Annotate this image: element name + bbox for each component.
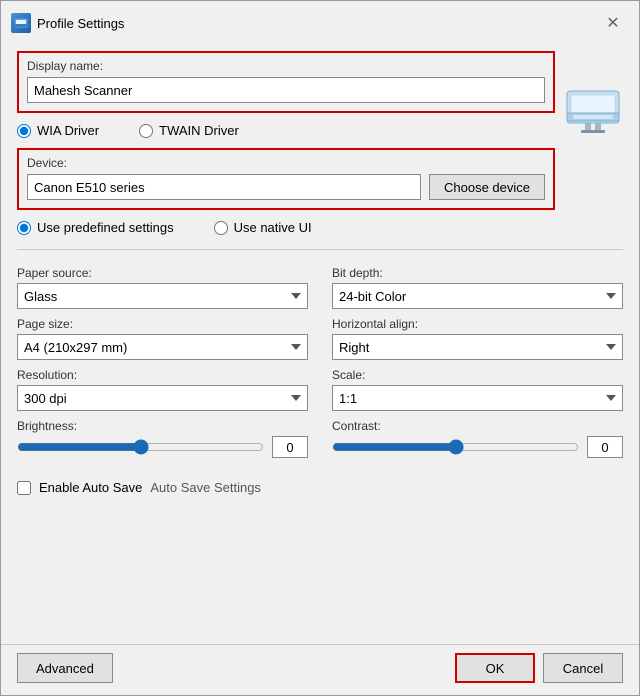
profile-settings-dialog: Profile Settings ✕ Display name: WIA Dri… bbox=[0, 0, 640, 696]
horizontal-align-label: Horizontal align: bbox=[332, 317, 623, 331]
paper-source-group: Paper source: Glass ADF Auto bbox=[17, 266, 308, 309]
auto-save-label: Enable Auto Save bbox=[39, 480, 142, 495]
contrast-label: Contrast: bbox=[332, 419, 623, 433]
bottom-bar: Advanced OK Cancel bbox=[1, 644, 639, 695]
settings-mode-row: Use predefined settings Use native UI bbox=[17, 218, 623, 237]
page-size-group: Page size: A4 (210x297 mm) Letter Legal bbox=[17, 317, 308, 360]
auto-save-checkbox[interactable] bbox=[17, 481, 31, 495]
resolution-label: Resolution: bbox=[17, 368, 308, 382]
native-ui-option[interactable]: Use native UI bbox=[214, 220, 312, 235]
brightness-slider[interactable] bbox=[17, 437, 264, 457]
brightness-value[interactable] bbox=[272, 436, 308, 458]
twain-driver-label: TWAIN Driver bbox=[159, 123, 239, 138]
device-row: Choose device bbox=[27, 174, 545, 200]
horizontal-align-group: Horizontal align: Left Center Right bbox=[332, 317, 623, 360]
predefined-settings-option[interactable]: Use predefined settings bbox=[17, 220, 174, 235]
display-name-label: Display name: bbox=[27, 59, 545, 73]
divider-1 bbox=[17, 249, 623, 250]
choose-device-button[interactable]: Choose device bbox=[429, 174, 545, 200]
ok-cancel-group: OK Cancel bbox=[455, 653, 623, 683]
advanced-button[interactable]: Advanced bbox=[17, 653, 113, 683]
ok-button[interactable]: OK bbox=[455, 653, 535, 683]
right-column: Bit depth: 8-bit Grayscale 24-bit Color … bbox=[332, 266, 623, 466]
display-name-group: Display name: bbox=[17, 51, 555, 113]
window-title: Profile Settings bbox=[37, 16, 124, 31]
auto-save-row: Enable Auto Save Auto Save Settings bbox=[17, 474, 623, 501]
cancel-button[interactable]: Cancel bbox=[543, 653, 623, 683]
bit-depth-label: Bit depth: bbox=[332, 266, 623, 280]
dialog-content: Display name: WIA Driver TWAIN Driver bbox=[1, 41, 639, 644]
title-bar-left: Profile Settings bbox=[11, 13, 124, 33]
contrast-group: Contrast: bbox=[332, 419, 623, 458]
predefined-settings-label: Use predefined settings bbox=[37, 220, 174, 235]
brightness-label: Brightness: bbox=[17, 419, 308, 433]
paper-source-select[interactable]: Glass ADF Auto bbox=[17, 283, 308, 309]
left-column: Paper source: Glass ADF Auto Page size: … bbox=[17, 266, 308, 466]
wia-driver-radio[interactable] bbox=[17, 124, 31, 138]
wia-driver-label: WIA Driver bbox=[37, 123, 99, 138]
device-group: Device: Choose device bbox=[17, 148, 555, 210]
bit-depth-select[interactable]: 8-bit Grayscale 24-bit Color 48-bit Colo… bbox=[332, 283, 623, 309]
close-button[interactable]: ✕ bbox=[599, 9, 627, 37]
device-label: Device: bbox=[27, 156, 545, 170]
contrast-value[interactable] bbox=[587, 436, 623, 458]
native-ui-label: Use native UI bbox=[234, 220, 312, 235]
resolution-group: Resolution: 150 dpi 300 dpi 600 dpi 1200… bbox=[17, 368, 308, 411]
twain-driver-radio[interactable] bbox=[139, 124, 153, 138]
device-input[interactable] bbox=[27, 174, 421, 200]
brightness-slider-row bbox=[17, 436, 308, 458]
native-ui-radio[interactable] bbox=[214, 221, 228, 235]
page-size-label: Page size: bbox=[17, 317, 308, 331]
scanner-icon bbox=[563, 81, 623, 133]
horizontal-align-select[interactable]: Left Center Right bbox=[332, 334, 623, 360]
auto-save-settings-link[interactable]: Auto Save Settings bbox=[150, 480, 261, 495]
driver-radio-row: WIA Driver TWAIN Driver bbox=[17, 119, 555, 142]
contrast-slider-row bbox=[332, 436, 623, 458]
scale-label: Scale: bbox=[332, 368, 623, 382]
settings-grid: Paper source: Glass ADF Auto Page size: … bbox=[17, 266, 623, 466]
wia-driver-option[interactable]: WIA Driver bbox=[17, 123, 99, 138]
scanner-graphic bbox=[563, 51, 623, 136]
predefined-settings-radio[interactable] bbox=[17, 221, 31, 235]
resolution-select[interactable]: 150 dpi 300 dpi 600 dpi 1200 dpi bbox=[17, 385, 308, 411]
display-name-input[interactable] bbox=[27, 77, 545, 103]
paper-source-label: Paper source: bbox=[17, 266, 308, 280]
app-icon bbox=[11, 13, 31, 33]
scale-select[interactable]: 1:1 1:2 2:1 bbox=[332, 385, 623, 411]
brightness-group: Brightness: bbox=[17, 419, 308, 458]
scale-group: Scale: 1:1 1:2 2:1 bbox=[332, 368, 623, 411]
contrast-slider[interactable] bbox=[332, 437, 579, 457]
title-bar: Profile Settings ✕ bbox=[1, 1, 639, 41]
page-size-select[interactable]: A4 (210x297 mm) Letter Legal bbox=[17, 334, 308, 360]
bit-depth-group: Bit depth: 8-bit Grayscale 24-bit Color … bbox=[332, 266, 623, 309]
twain-driver-option[interactable]: TWAIN Driver bbox=[139, 123, 239, 138]
